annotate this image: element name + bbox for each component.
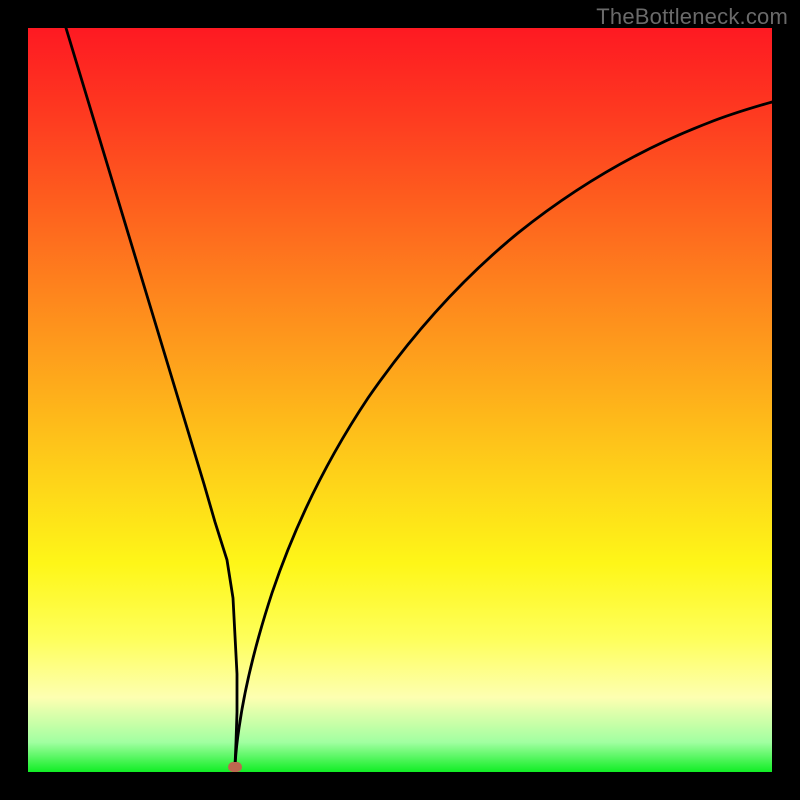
chart-frame bbox=[0, 0, 800, 800]
watermark-text: TheBottleneck.com bbox=[596, 4, 788, 30]
